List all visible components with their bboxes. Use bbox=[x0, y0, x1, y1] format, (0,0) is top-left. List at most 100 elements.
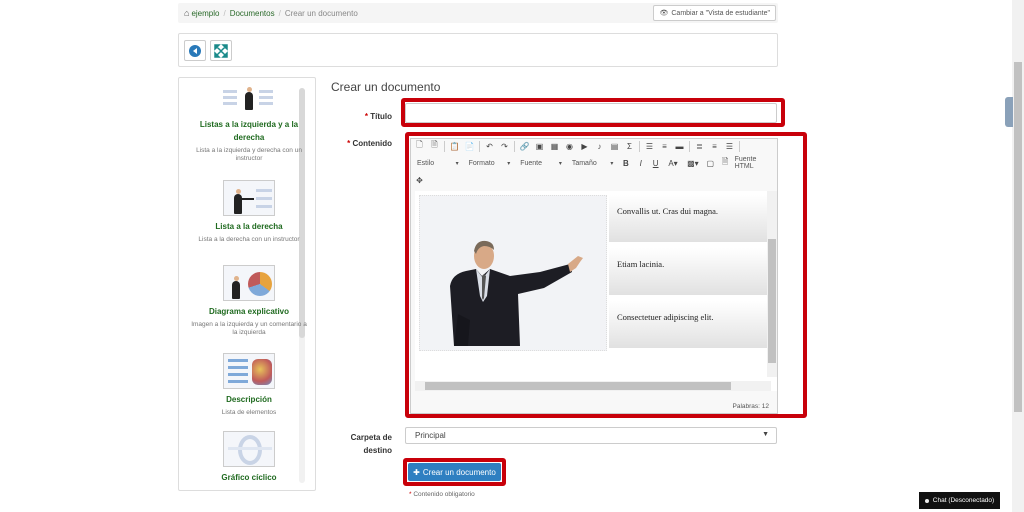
word-count: Palabras: 12 bbox=[732, 403, 770, 410]
link-icon[interactable]: 🔗 bbox=[519, 141, 530, 152]
source-html-button[interactable]: Fuente HTML bbox=[735, 156, 777, 170]
breadcrumb-documents[interactable]: Documentos bbox=[230, 9, 275, 18]
title-input[interactable] bbox=[405, 103, 777, 123]
undo-icon[interactable]: ↶ bbox=[484, 141, 495, 152]
template-description: Lista a la derecha con un instructor bbox=[198, 236, 300, 243]
required-note: * Contenido obligatorio bbox=[409, 491, 475, 498]
caret-down-icon: ▾ bbox=[455, 160, 459, 167]
text-color-icon[interactable]: A▾ bbox=[665, 158, 681, 169]
template-thumbnail bbox=[223, 431, 275, 467]
image-icon[interactable]: ▣ bbox=[534, 141, 545, 152]
audio-icon[interactable]: ♪ bbox=[594, 141, 605, 152]
template-name[interactable]: Descripción bbox=[189, 393, 309, 406]
eye-icon: 👁 bbox=[659, 10, 669, 17]
template-description: Lista de elementos bbox=[221, 409, 277, 416]
chat-label: Chat (Desconectado) bbox=[932, 497, 995, 504]
source-icon[interactable]: 🗎 bbox=[720, 157, 731, 169]
table-icon[interactable]: ▤ bbox=[609, 141, 620, 152]
editor-vertical-scrollbar[interactable] bbox=[767, 191, 777, 377]
flash-icon[interactable]: ◉ bbox=[564, 141, 575, 152]
chat-button[interactable]: Chat (Desconectado) bbox=[919, 492, 1000, 509]
breadcrumb-separator: / bbox=[278, 8, 281, 18]
paste-icon[interactable]: 📋 bbox=[449, 141, 460, 152]
new-page-icon[interactable]: 🗋 bbox=[414, 140, 425, 152]
format-dropdown[interactable]: Formato ▾ bbox=[466, 157, 514, 169]
redo-icon[interactable]: ↷ bbox=[499, 141, 510, 152]
breadcrumb: ⌂ ejemplo / Documentos / Crear un docume… bbox=[178, 3, 778, 23]
folder-select-value: Principal bbox=[415, 431, 446, 440]
folder-select[interactable]: Principal ▼ bbox=[405, 427, 777, 444]
font-dropdown[interactable]: Fuente ▾ bbox=[517, 157, 565, 169]
plus-icon: ✚ bbox=[413, 467, 420, 477]
back-arrow-icon bbox=[189, 44, 201, 57]
template-name[interactable]: Gráfico cíclico bbox=[189, 471, 309, 484]
home-icon[interactable]: ⌂ bbox=[184, 8, 189, 18]
template-item[interactable]: Diagrama explicativo Imagen a la izquier… bbox=[189, 265, 309, 337]
style-dropdown[interactable]: Estilo ▾ bbox=[414, 157, 462, 169]
caret-down-icon: ▼ bbox=[762, 431, 769, 438]
template-thumbnail bbox=[223, 265, 275, 301]
editor-toolbar-row: Estilo ▾ Formato ▾ Fuente ▾ Tamaño ▾ B I U A… bbox=[414, 156, 777, 170]
formula-icon[interactable]: Σ bbox=[624, 141, 635, 152]
status-dot-icon bbox=[924, 498, 929, 503]
caret-down-icon: ▾ bbox=[558, 160, 562, 167]
create-document-label: Crear un documento bbox=[422, 467, 496, 477]
horizontal-rule-icon[interactable]: ▬ bbox=[674, 141, 685, 152]
text-cell[interactable]: Etiam lacinia. bbox=[609, 248, 769, 296]
breadcrumb-separator: / bbox=[223, 8, 226, 18]
expand-icon bbox=[214, 43, 228, 58]
paste-text-icon[interactable]: 📄 bbox=[464, 141, 475, 152]
create-document-button[interactable]: ✚ Crear un documento bbox=[408, 463, 501, 481]
template-panel: Listas a la izquierda y a la derecha Lis… bbox=[178, 77, 316, 491]
align-left-icon[interactable]: ≣ bbox=[694, 141, 705, 152]
title-label: * Título bbox=[364, 112, 392, 121]
editor-toolbar-row: ✥ bbox=[414, 173, 429, 187]
folder-label: Carpeta de destino bbox=[350, 433, 392, 455]
video-icon[interactable]: ▶ bbox=[579, 141, 590, 152]
background-color-icon[interactable]: ▩▾ bbox=[685, 158, 701, 169]
template-item[interactable]: Gráfico cíclico bbox=[189, 431, 309, 484]
template-item[interactable]: Lista a la derecha Lista a la derecha co… bbox=[189, 180, 309, 244]
caret-down-icon: ▾ bbox=[507, 160, 511, 167]
editor-content-area[interactable]: Convallis ut. Cras dui magna. Etiam laci… bbox=[415, 191, 777, 391]
template-name[interactable]: Lista a la derecha bbox=[189, 220, 309, 233]
text-cell[interactable]: Convallis ut. Cras dui magna. bbox=[609, 195, 769, 243]
italic-icon[interactable]: I bbox=[635, 158, 646, 169]
gallery-icon[interactable]: ▦ bbox=[549, 141, 560, 152]
content-label: * Contenido bbox=[347, 139, 392, 148]
numbered-list-icon[interactable]: ≡ bbox=[659, 141, 670, 152]
align-center-icon[interactable]: ≡ bbox=[709, 141, 720, 152]
instructor-image bbox=[450, 240, 583, 346]
maximize-icon[interactable]: ▢ bbox=[705, 158, 716, 169]
editor-vertical-scrollbar-thumb[interactable] bbox=[768, 239, 776, 363]
text-cell[interactable]: Consectetuer adipiscing elit. bbox=[609, 301, 769, 349]
student-view-button[interactable]: 👁 Cambiar a "Vista de estudiante" bbox=[653, 5, 776, 21]
breadcrumb-course[interactable]: ejemplo bbox=[191, 9, 219, 18]
side-tab[interactable] bbox=[1005, 97, 1013, 127]
bulleted-list-icon[interactable]: ☰ bbox=[644, 141, 655, 152]
fullscreen-icon[interactable]: ✥ bbox=[414, 175, 425, 186]
template-name[interactable]: Diagrama explicativo bbox=[189, 305, 309, 318]
student-view-label: Cambiar a "Vista de estudiante" bbox=[671, 9, 770, 17]
page-scrollbar-thumb[interactable] bbox=[1014, 62, 1022, 412]
template-description: Imagen a la izquierda y un comentario a … bbox=[191, 321, 307, 336]
page-scrollbar[interactable] bbox=[1012, 0, 1024, 512]
editor-horizontal-scrollbar[interactable] bbox=[415, 381, 771, 391]
instructor-image-cell bbox=[419, 195, 607, 351]
rich-text-editor: 🗋 🗎 📋 📄 ↶ ↷ 🔗 ▣ ▦ ◉ ▶ ♪ ▤ Σ ☰ ≡ ▬ ≣ ≡ ☰ bbox=[410, 138, 778, 414]
template-name[interactable]: Listas a la izquierda y a la derecha bbox=[189, 118, 309, 144]
template-item[interactable]: Listas a la izquierda y a la derecha Lis… bbox=[189, 86, 309, 163]
justify-icon[interactable]: ☰ bbox=[724, 141, 735, 152]
breadcrumb-current: Crear un documento bbox=[284, 8, 358, 18]
size-dropdown[interactable]: Tamaño ▾ bbox=[569, 157, 617, 169]
action-toolbar bbox=[178, 33, 778, 67]
editor-horizontal-scrollbar-thumb[interactable] bbox=[425, 382, 731, 390]
page-title: Crear un documento bbox=[331, 80, 441, 94]
back-button[interactable] bbox=[184, 40, 206, 61]
templates-icon[interactable]: 🗎 bbox=[429, 140, 440, 152]
underline-icon[interactable]: U bbox=[650, 158, 661, 169]
bold-icon[interactable]: B bbox=[620, 158, 631, 169]
template-item[interactable]: Descripción Lista de elementos bbox=[189, 353, 309, 417]
editor-toolbar-row: 🗋 🗎 📋 📄 ↶ ↷ 🔗 ▣ ▦ ◉ ▶ ♪ ▤ Σ ☰ ≡ ▬ ≣ ≡ ☰ bbox=[414, 139, 744, 153]
fullscreen-button[interactable] bbox=[210, 40, 232, 61]
